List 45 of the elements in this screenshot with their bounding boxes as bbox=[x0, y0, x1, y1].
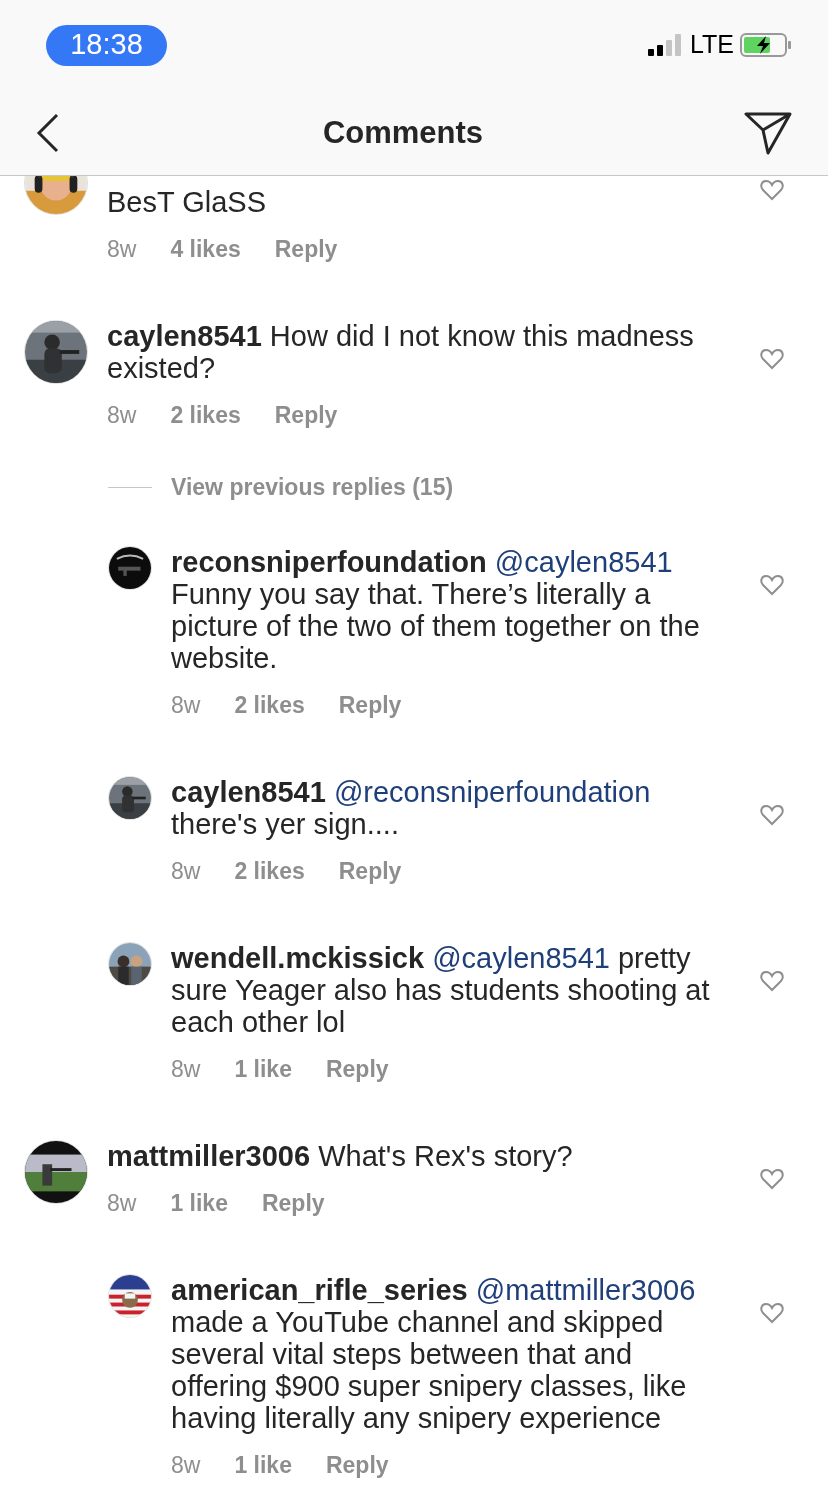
mention-link[interactable]: @mattmiller3006 bbox=[475, 1274, 696, 1306]
comment-text: caylen8541 How did I not know this madness existed? bbox=[107, 320, 695, 384]
signal-icon bbox=[648, 34, 684, 56]
reply-link[interactable]: Reply bbox=[274, 234, 338, 264]
view-replies-link[interactable]: View previous replies (15) bbox=[171, 472, 454, 502]
heart-icon[interactable] bbox=[760, 804, 784, 826]
heart-icon[interactable] bbox=[760, 348, 784, 370]
heart-icon[interactable] bbox=[760, 1302, 784, 1324]
network-label: LTE bbox=[690, 29, 734, 61]
comment-text: reconsniperfoundation @caylen8541 Funny you say that. There’s literally a picture of the two of them together on the website. bbox=[171, 546, 701, 674]
comment-time: 8w bbox=[171, 691, 201, 720]
comment-time: 8w bbox=[171, 1055, 201, 1084]
mention-link[interactable]: @caylen8541 bbox=[432, 942, 610, 974]
reply-link[interactable]: Reply bbox=[338, 856, 402, 886]
heart-icon[interactable] bbox=[760, 179, 784, 201]
reply-link[interactable]: Reply bbox=[338, 690, 402, 720]
heart-icon[interactable] bbox=[760, 574, 784, 596]
likes-count[interactable]: 4 likes bbox=[170, 234, 241, 264]
share-button[interactable] bbox=[744, 111, 792, 155]
likes-count[interactable]: 2 likes bbox=[234, 856, 305, 886]
reply-link[interactable]: Reply bbox=[274, 400, 338, 430]
likes-count[interactable]: 1 like bbox=[170, 1188, 228, 1218]
mention-link[interactable]: @caylen8541 bbox=[494, 546, 673, 578]
comment-text: mattmiller3006 What's Rex's story? bbox=[107, 1140, 574, 1172]
reply-link[interactable]: Reply bbox=[261, 1188, 325, 1218]
comment-time: 8w bbox=[107, 235, 137, 264]
reply-link[interactable]: Reply bbox=[325, 1054, 389, 1084]
heart-icon[interactable] bbox=[760, 970, 784, 992]
comment-time: 8w bbox=[171, 857, 201, 886]
likes-count[interactable]: 2 likes bbox=[234, 690, 305, 720]
likes-count[interactable]: 1 like bbox=[234, 1450, 292, 1480]
reply-link[interactable]: Reply bbox=[325, 1450, 389, 1480]
comment-time: 8w bbox=[171, 1451, 201, 1480]
comment-time: 8w bbox=[107, 401, 137, 430]
comment-text: caylen8541 @reconsniperfoundation there's yer sign.... bbox=[171, 776, 652, 840]
mention-link[interactable]: @reconsniperfoundation bbox=[333, 776, 651, 808]
page-title: Comments bbox=[322, 113, 484, 152]
comment-time: 8w bbox=[107, 1189, 137, 1218]
status-time: 18:38 bbox=[46, 24, 167, 66]
heart-icon[interactable] bbox=[760, 1168, 784, 1190]
likes-count[interactable]: 1 like bbox=[234, 1054, 292, 1084]
comment-text: wendell.mckissick @caylen8541 pretty sure Yeager also has students shooting at each other lol bbox=[171, 942, 711, 1038]
comment-text: american_rifle_series @mattmiller3006 made a YouTube channel and skipped several vital steps between that and offering $900 super snipery classes, like having literally any snipery experience bbox=[171, 1274, 697, 1434]
comment-text: BesT GlaSS bbox=[107, 186, 268, 218]
likes-count[interactable]: 2 likes bbox=[170, 400, 241, 430]
